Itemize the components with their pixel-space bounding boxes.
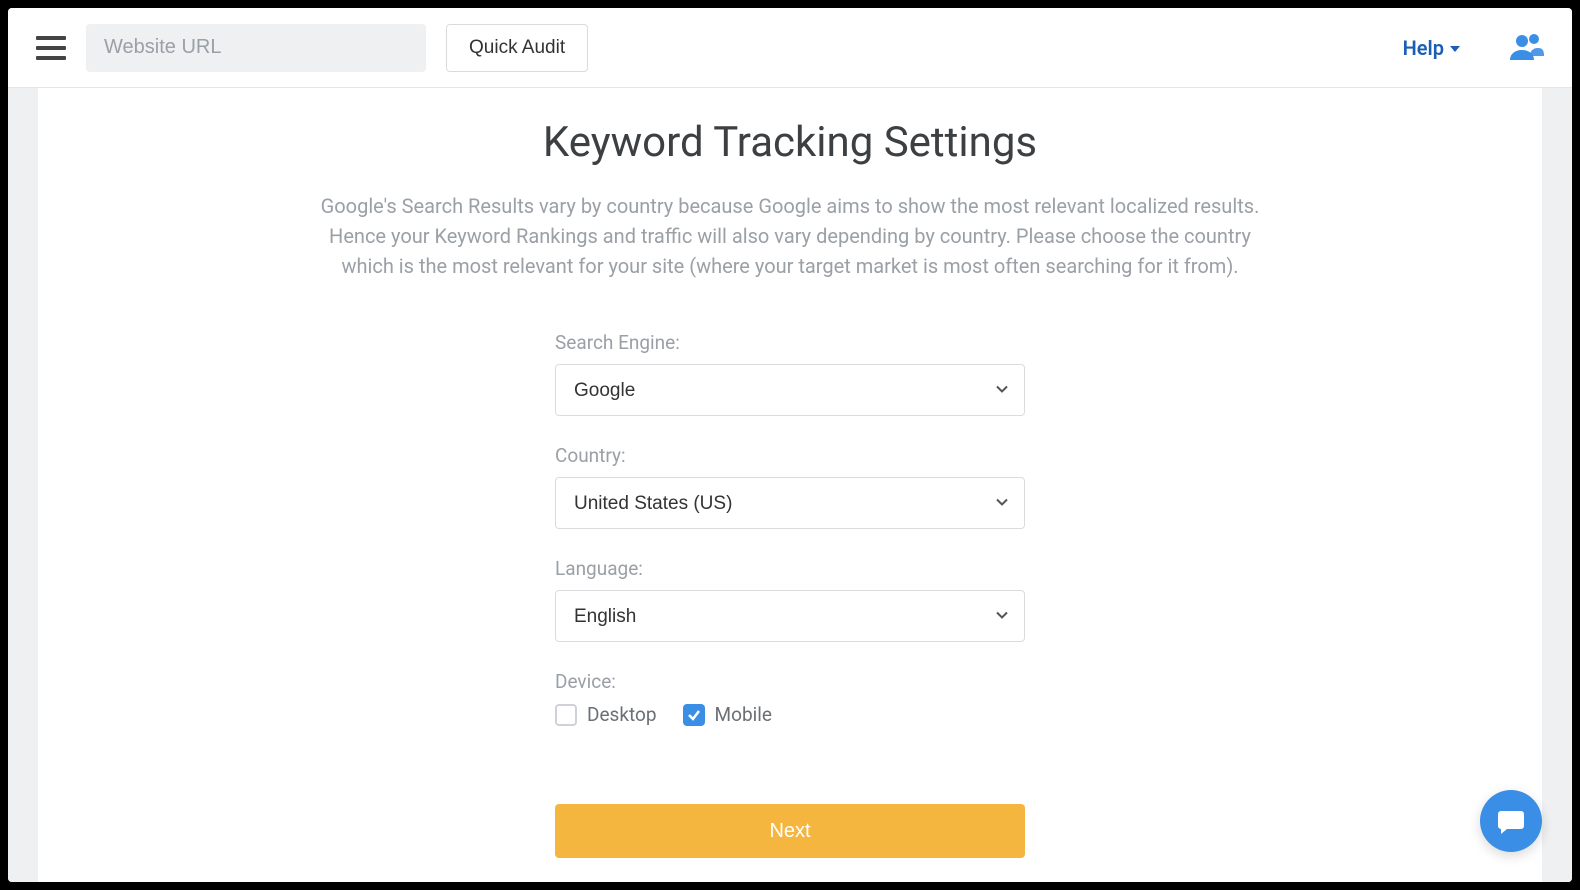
app-window: Quick Audit Help Keyword Tracking Settin…: [0, 0, 1580, 890]
quick-audit-button[interactable]: Quick Audit: [446, 24, 588, 72]
language-group: Language: English: [555, 557, 1025, 642]
mobile-checkbox[interactable]: [683, 704, 705, 726]
device-label: Device:: [555, 670, 1025, 693]
chat-icon: [1496, 806, 1526, 836]
chevron-down-icon: [1450, 46, 1460, 52]
country-group: Country: United States (US): [555, 444, 1025, 529]
chat-launcher[interactable]: [1480, 790, 1542, 852]
page-title: Keyword Tracking Settings: [38, 118, 1542, 167]
help-dropdown[interactable]: Help: [1403, 36, 1460, 60]
mobile-label: Mobile: [715, 703, 772, 726]
desktop-checkbox[interactable]: [555, 704, 577, 726]
desktop-label: Desktop: [587, 703, 657, 726]
content-area: Keyword Tracking Settings Google's Searc…: [8, 88, 1572, 882]
page-description: Google's Search Results vary by country …: [320, 191, 1260, 281]
next-button[interactable]: Next: [555, 804, 1025, 858]
main-panel: Keyword Tracking Settings Google's Searc…: [38, 88, 1542, 882]
device-group: Device: Desktop Mobile: [555, 670, 1025, 726]
search-engine-label: Search Engine:: [555, 331, 1025, 354]
country-label: Country:: [555, 444, 1025, 467]
menu-icon[interactable]: [36, 36, 66, 60]
users-icon[interactable]: [1510, 32, 1544, 64]
country-select[interactable]: United States (US): [555, 477, 1025, 529]
settings-form: Search Engine: Google Country:: [555, 331, 1025, 858]
search-engine-group: Search Engine: Google: [555, 331, 1025, 416]
website-url-input[interactable]: [86, 24, 426, 72]
topbar: Quick Audit Help: [8, 8, 1572, 88]
search-engine-select[interactable]: Google: [555, 364, 1025, 416]
language-select[interactable]: English: [555, 590, 1025, 642]
language-label: Language:: [555, 557, 1025, 580]
help-label: Help: [1403, 36, 1444, 60]
